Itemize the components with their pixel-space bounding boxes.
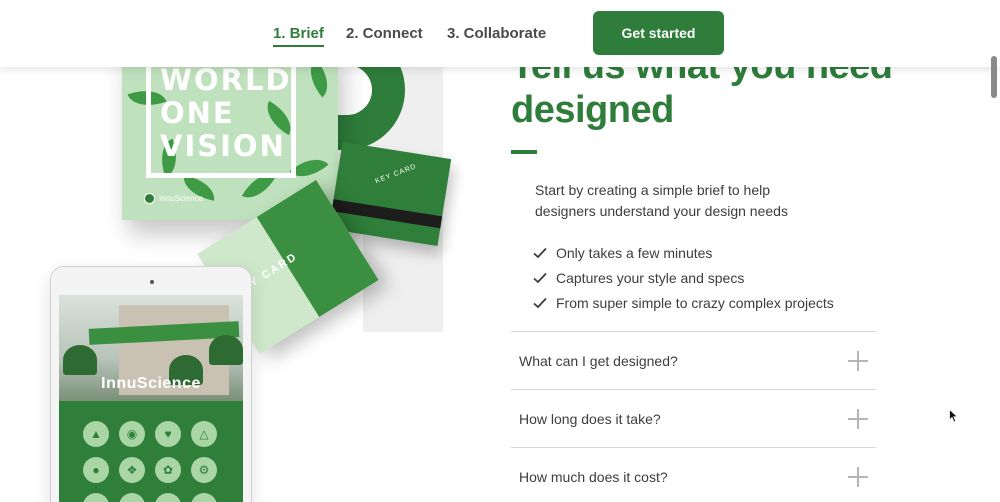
check-icon [533, 297, 547, 308]
list-item: Only takes a few minutes [533, 240, 834, 265]
brand-logo-icon [144, 193, 155, 204]
chart-icon: ▲ [83, 421, 109, 447]
star-icon: ★ [119, 493, 145, 502]
step-connect-link[interactable]: 2. Connect [346, 25, 423, 42]
tree-icon: ♣ [191, 493, 217, 502]
heart-icon: ♥ [155, 421, 181, 447]
flask-icon: △ [191, 421, 217, 447]
expand-plus-icon[interactable] [848, 350, 868, 371]
faq-question: How long does it take? [519, 410, 661, 427]
poster-brand: InnuScience [144, 193, 203, 204]
step-brief-link[interactable]: 1. Brief [273, 25, 324, 47]
check-icon [533, 272, 547, 283]
tablet-mockup: InnuScience ▲ ◉ ♥ △ ● ❖ ✿ ⚙ ☻ ★ ◆ ♣ [50, 266, 252, 502]
tablet-icon-grid: ▲ ◉ ♥ △ ● ❖ ✿ ⚙ ☻ ★ ◆ ♣ [83, 421, 217, 502]
expand-plus-icon[interactable] [848, 408, 868, 429]
expand-plus-icon[interactable] [848, 466, 868, 487]
faq-item-how-long[interactable]: How long does it take? [511, 389, 876, 447]
poster-headline: WORLD ONE VISION [160, 63, 292, 163]
scrollbar-thumb[interactable] [991, 56, 997, 98]
faq-accordion: What can I get designed? How long does i… [511, 331, 876, 502]
microscope-icon: ⚙ [191, 457, 217, 483]
tablet-camera [150, 280, 154, 284]
list-item: Captures your style and specs [533, 265, 834, 290]
drop-icon: ◆ [155, 493, 181, 502]
benefits-list: Only takes a few minutes Captures your s… [533, 240, 834, 315]
globe-icon: ◉ [119, 421, 145, 447]
faq-item-how-much[interactable]: How much does it cost? [511, 447, 876, 502]
step-collaborate-link[interactable]: 3. Collaborate [447, 25, 546, 42]
active-step-underline [273, 45, 324, 47]
tablet-screen: InnuScience ▲ ◉ ♥ △ ● ❖ ✿ ⚙ ☻ ★ ◆ ♣ [59, 295, 243, 502]
pig-icon: ● [83, 457, 109, 483]
leaf-icon: ✿ [155, 457, 181, 483]
faq-item-what-can-i-get-designed[interactable]: What can I get designed? [511, 331, 876, 389]
intro-text: Start by creating a simple brief to help… [535, 182, 788, 219]
list-item: From super simple to crazy complex proje… [533, 290, 834, 315]
faq-question: How much does it cost? [519, 468, 668, 485]
page: WORLD ONE VISION InnuScience KEY CARD KE… [0, 0, 1000, 502]
top-navigation: 1. Brief 2. Connect 3. Collaborate Get s… [0, 0, 1000, 67]
people-icon: ☻ [83, 493, 109, 502]
get-started-button[interactable]: Get started [593, 11, 724, 55]
title-divider [511, 150, 537, 154]
tablet-brand-name: InnuScience [101, 375, 201, 392]
faq-question: What can I get designed? [519, 352, 678, 369]
mouse-cursor-icon [949, 409, 959, 423]
check-icon [533, 247, 547, 258]
brief-illustration: WORLD ONE VISION InnuScience KEY CARD KE… [0, 0, 470, 502]
handshake-icon: ❖ [119, 457, 145, 483]
